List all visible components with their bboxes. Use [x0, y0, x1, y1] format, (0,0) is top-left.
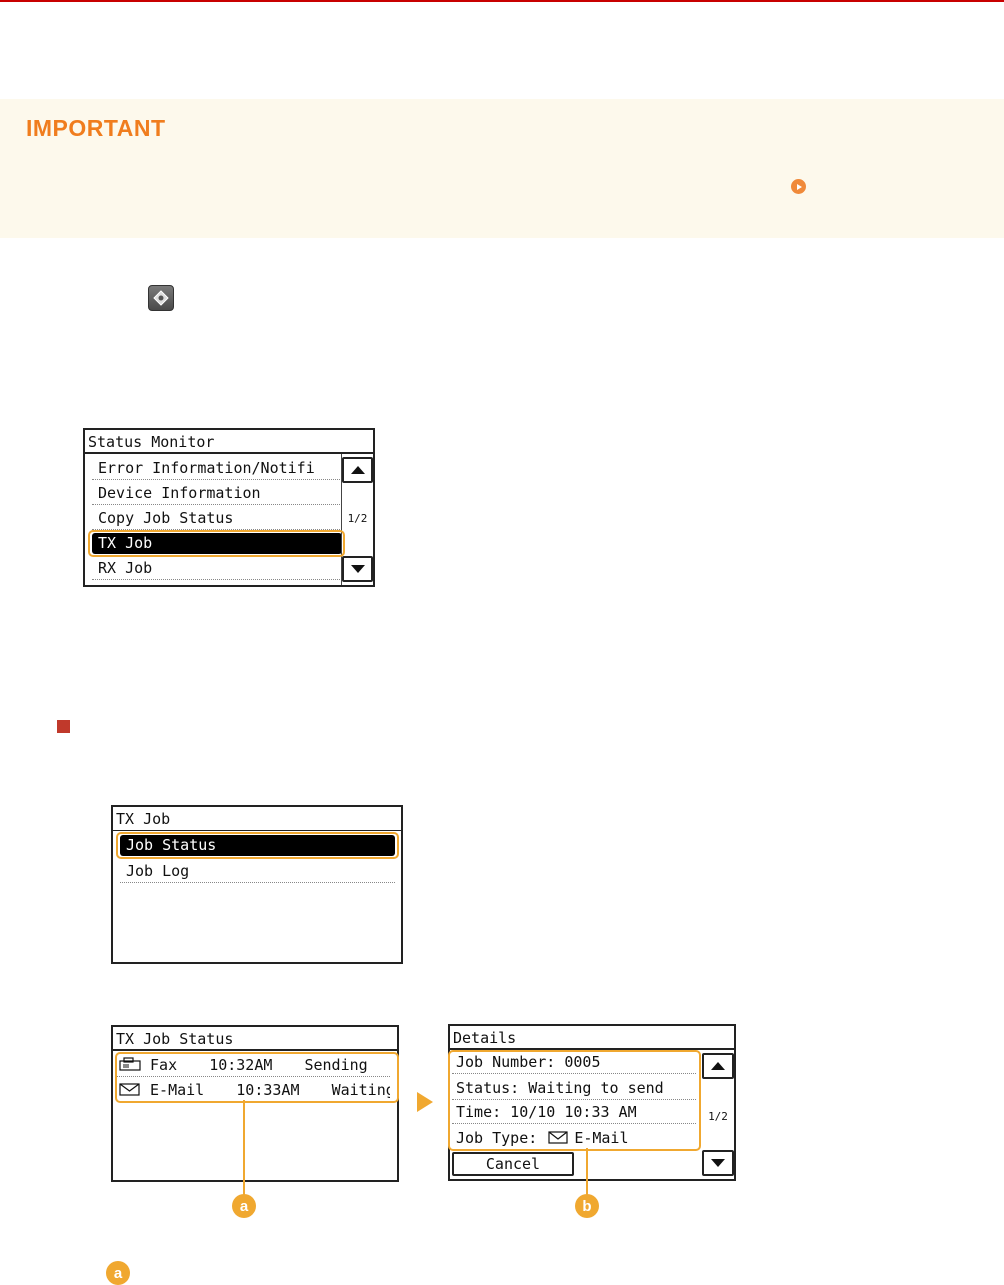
screen-title: Details [450, 1026, 734, 1050]
up-arrow-icon [350, 466, 365, 474]
tx-job-screen: TX Job Job Status Job Log [111, 805, 403, 964]
scroll-down-button[interactable] [342, 556, 373, 582]
menu-item-job-log[interactable]: Job Log [120, 859, 395, 883]
scroll-up-button[interactable] [342, 457, 373, 483]
page-indicator: 1/2 [347, 512, 368, 525]
scroll-up-button[interactable] [702, 1053, 734, 1079]
cancel-button[interactable]: Cancel [452, 1152, 574, 1176]
highlight-frame [448, 1050, 701, 1151]
page-indicator: 1/2 [708, 1110, 728, 1123]
screen-title: Status Monitor [85, 430, 373, 454]
screen-title: TX Job Status [113, 1027, 397, 1051]
down-arrow-icon [350, 565, 365, 573]
link-arrow-icon[interactable] [791, 179, 806, 194]
callout-b-line [586, 1148, 588, 1196]
top-rule [0, 0, 1004, 2]
diamond-icon [153, 290, 169, 306]
menu-item-copy-job-status[interactable]: Copy Job Status [92, 506, 342, 530]
legend-callout-a: a [106, 1261, 130, 1285]
status-monitor-screen: Status Monitor Error Information/Notifi … [83, 428, 375, 587]
up-arrow-icon [711, 1062, 725, 1070]
next-arrow-icon [417, 1092, 433, 1112]
important-title: IMPORTANT [26, 115, 166, 141]
screen-title: TX Job [113, 807, 401, 831]
details-screen: Details Job Number: 0005 Status: Waiting… [448, 1024, 736, 1181]
menu-item-device-information[interactable]: Device Information [92, 481, 342, 505]
highlight-frame [88, 530, 345, 557]
menu-item-error-information[interactable]: Error Information/Notifi [92, 456, 342, 480]
callout-a: a [232, 1194, 256, 1218]
scrollbar: 1/2 [702, 1050, 734, 1179]
section-bullet [57, 720, 70, 733]
callout-a-line [243, 1100, 245, 1196]
down-arrow-icon [711, 1159, 725, 1167]
scroll-down-button[interactable] [702, 1150, 734, 1176]
callout-b: b [575, 1194, 599, 1218]
scrollbar: 1/2 [341, 454, 373, 585]
highlight-frame [116, 832, 399, 859]
menu-item-rx-job[interactable]: RX Job [92, 556, 342, 580]
tx-job-status-screen: TX Job Status Fax 10:32AM Sending E-Mail… [111, 1025, 399, 1182]
status-monitor-key-icon[interactable] [148, 285, 174, 311]
highlight-frame [115, 1052, 399, 1103]
